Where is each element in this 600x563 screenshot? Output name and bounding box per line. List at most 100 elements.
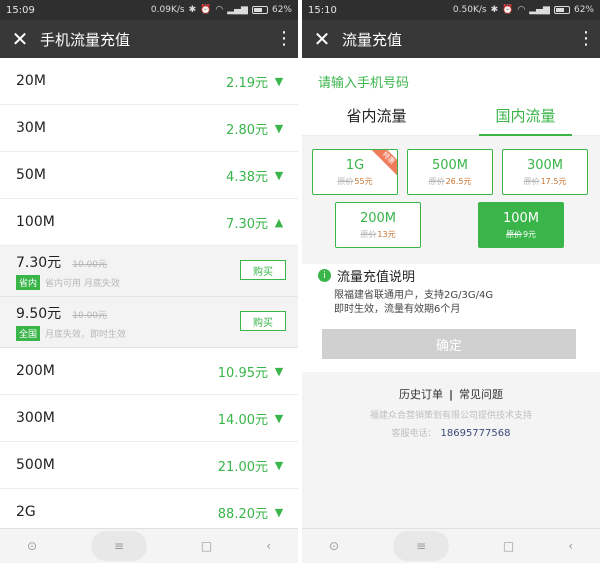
faq-link[interactable]: 常见问题: [459, 388, 503, 401]
sub-original-price: 10.00元: [72, 311, 108, 321]
screenshot-root: 15:09 0.09K/s ✱ ⏰ ◠ ▂▄▆ 62% ✕ 手机流量充值 ⋮ 2…: [0, 0, 600, 563]
option-price: 原价26.5元: [408, 176, 492, 187]
tab-provincial[interactable]: 省内流量: [302, 98, 451, 135]
back-icon[interactable]: ‹: [266, 539, 271, 553]
service-phone: 客服电话： 18695777568: [302, 426, 600, 439]
option-strike: 原价: [505, 230, 522, 239]
buy-button[interactable]: 购买: [240, 311, 286, 331]
footer-links: 历史订单 | 常见问题: [302, 386, 600, 402]
assist-icon[interactable]: ⊙: [329, 539, 339, 553]
sub-option-national: 9.50元 10.00元 全国 月底失效，即时生效 购买: [0, 297, 298, 348]
info-line: 限福建省联通用户，支持2G/3G/4G: [334, 290, 494, 301]
close-icon[interactable]: ✕: [0, 20, 40, 58]
wifi-icon: ◠: [517, 5, 526, 15]
recent-apps-icon[interactable]: □: [503, 539, 514, 553]
right-phone: 15:10 0.50K/s ✱ ⏰ ◠ ▂▄▆ 62% ✕ 流量充值 ⋮ 请输入…: [302, 0, 600, 563]
net-speed: 0.50K/s: [452, 5, 487, 15]
option-strike: 原价: [428, 177, 445, 186]
option-capacity: 200M: [359, 211, 397, 226]
menu-icon[interactable]: ≡: [392, 531, 449, 561]
confirm-button[interactable]: 确定: [322, 329, 576, 359]
info-title-text: 流量充值说明: [337, 270, 416, 285]
more-icon[interactable]: ⋮: [270, 20, 298, 58]
bluetooth-icon: ✱: [188, 5, 197, 15]
wifi-icon: ◠: [215, 5, 224, 15]
link-separator: |: [448, 388, 454, 401]
page-title: 流量充值: [342, 30, 403, 49]
buy-button[interactable]: 购买: [240, 260, 286, 280]
sub-description: 省内可用 月底失效: [45, 279, 120, 289]
package-price: 21.00元: [217, 459, 268, 475]
recent-apps-icon[interactable]: □: [201, 539, 212, 553]
signal-icon: ▂▄▆: [227, 5, 248, 15]
service-phone-label: 客服电话：: [391, 429, 437, 439]
status-time: 15:09: [6, 4, 35, 16]
package-row-300m[interactable]: 300M 14.00元 ▼: [0, 395, 298, 442]
package-row-500m[interactable]: 500M 21.00元 ▼: [0, 442, 298, 489]
close-icon[interactable]: ✕: [302, 20, 342, 58]
package-capacity: 20M: [16, 73, 46, 89]
package-row-2g[interactable]: 2G 88.20元 ▼: [0, 489, 298, 528]
option-500m[interactable]: 500M 原价26.5元: [407, 149, 493, 195]
package-row-30m[interactable]: 30M 2.80元 ▼: [0, 105, 298, 152]
chevron-down-icon: ▼: [274, 411, 284, 425]
sub-option-provincial: 7.30元 10.00元 省内 省内可用 月底失效 购买: [0, 246, 298, 297]
package-row-100m[interactable]: 100M 7.30元 ▲: [0, 199, 298, 246]
company-credit: 福建众合营销策划有限公司提供技术支持: [369, 411, 532, 421]
page-title: 手机流量充值: [40, 30, 131, 49]
option-strike: 原价: [523, 177, 540, 186]
package-row-50m[interactable]: 50M 4.38元 ▼: [0, 152, 298, 199]
package-price: 88.20元: [217, 506, 268, 522]
option-1g[interactable]: 特惠 1G 原价55元: [312, 149, 398, 195]
bluetooth-icon: ✱: [490, 5, 499, 15]
back-icon[interactable]: ‹: [568, 539, 573, 553]
menu-icon[interactable]: ≡: [90, 531, 147, 561]
assist-icon[interactable]: ⊙: [27, 539, 37, 553]
package-price: 2.19元: [226, 75, 268, 91]
status-bar: 15:10 0.50K/s ✱ ⏰ ◠ ▂▄▆ 62%: [302, 0, 600, 20]
tab-national[interactable]: 国内流量: [451, 98, 600, 136]
scope-tabs: 省内流量 国内流量: [302, 98, 600, 136]
nav-bar: ⊙ ≡ □ ‹: [0, 528, 298, 563]
package-capacity: 30M: [16, 120, 46, 136]
package-price: 10.95元: [217, 365, 268, 381]
package-list: 20M 2.19元 ▼ 30M 2.80元 ▼ 50M 4.38元 ▼ 100M…: [0, 58, 298, 528]
option-capacity: 100M: [502, 211, 540, 226]
option-strike: 原价: [360, 230, 377, 239]
package-row-20m[interactable]: 20M 2.19元 ▼: [0, 58, 298, 105]
chevron-down-icon: ▼: [274, 168, 284, 182]
scope-badge: 省内: [16, 275, 41, 290]
option-100m-selected[interactable]: 100M 原价9元: [478, 202, 564, 248]
app-bar: ✕ 流量充值 ⋮: [302, 20, 600, 58]
more-icon[interactable]: ⋮: [572, 20, 600, 58]
chevron-down-icon: ▼: [274, 458, 284, 472]
package-row-200m[interactable]: 200M 10.95元 ▼: [0, 348, 298, 395]
sub-original-price: 10.00元: [72, 260, 108, 270]
status-right: 0.50K/s ✱ ⏰ ◠ ▂▄▆ 62%: [453, 5, 594, 15]
sub-price: 9.50元: [16, 306, 62, 322]
option-capacity: 300M: [526, 158, 564, 173]
option-price: 原价17.5元: [503, 176, 587, 187]
option-price-value: 55元: [354, 177, 373, 186]
phone-number-input[interactable]: 请输入手机号码: [318, 72, 409, 91]
status-bar: 15:09 0.09K/s ✱ ⏰ ◠ ▂▄▆ 62%: [0, 0, 298, 20]
info-section-title: i 流量充值说明: [318, 266, 415, 285]
option-300m[interactable]: 300M 原价17.5元: [502, 149, 588, 195]
footer: 历史订单 | 常见问题 福建众合营销策划有限公司提供技术支持 客服电话： 186957…: [302, 372, 600, 528]
option-200m[interactable]: 200M 原价13元: [335, 202, 421, 248]
option-price-value: 26.5元: [445, 177, 472, 186]
option-price: 原价13元: [336, 229, 420, 240]
package-capacity: 50M: [16, 167, 46, 183]
chevron-up-icon: ▲: [274, 215, 284, 229]
left-phone: 15:09 0.09K/s ✱ ⏰ ◠ ▂▄▆ 62% ✕ 手机流量充值 ⋮ 2…: [0, 0, 298, 563]
option-price: 原价9元: [479, 229, 563, 240]
battery-level: 62%: [271, 5, 292, 15]
order-history-link[interactable]: 历史订单: [399, 388, 443, 401]
package-capacity: 100M: [16, 214, 55, 230]
battery-level: 62%: [573, 5, 594, 15]
package-capacity: 500M: [16, 457, 55, 473]
info-line: 即时生效，流量有效期6个月: [334, 304, 461, 315]
status-right: 0.09K/s ✱ ⏰ ◠ ▂▄▆ 62%: [151, 5, 292, 15]
app-bar: ✕ 手机流量充值 ⋮: [0, 20, 298, 58]
service-phone-number[interactable]: 18695777568: [441, 428, 511, 439]
